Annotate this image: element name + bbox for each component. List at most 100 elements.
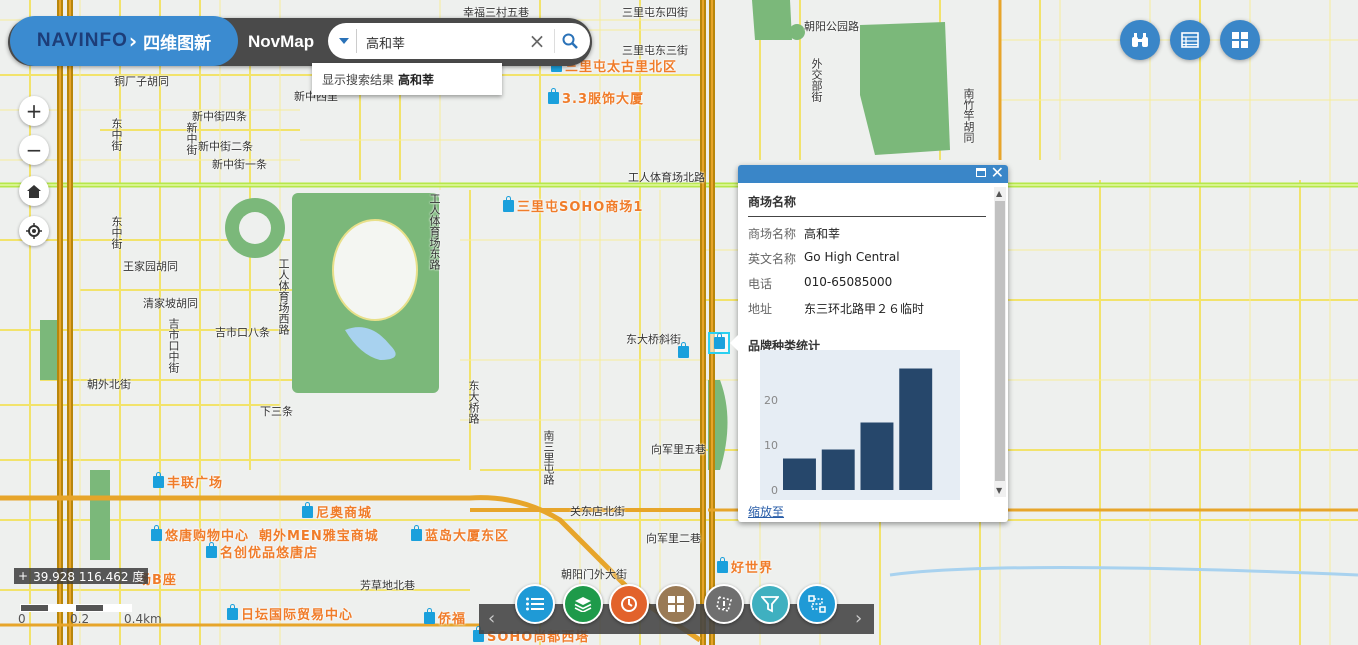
chart-bar <box>821 449 855 490</box>
filter-tool-button[interactable] <box>750 584 790 624</box>
scrollbar-thumb[interactable] <box>995 201 1005 481</box>
road-label: 关东店北街 <box>570 505 625 518</box>
app-header: NAVINFO › 四维图新 NovMap × <box>8 16 592 66</box>
chart-bar <box>899 368 933 490</box>
grid-button[interactable] <box>1220 20 1260 60</box>
road-label: 向军里五巷 <box>651 443 706 456</box>
road-label: 新中街 <box>185 122 198 155</box>
list-tool-button[interactable] <box>515 584 555 624</box>
grid-tool-button[interactable] <box>656 584 696 624</box>
scroll-down-icon[interactable]: ▼ <box>996 486 1002 495</box>
table-icon <box>1181 32 1199 48</box>
poi-marker[interactable]: 侨福 <box>424 607 466 627</box>
chevron-right-icon[interactable]: › <box>855 608 862 629</box>
attribute-row: 英文名称 Go High Central <box>748 250 900 266</box>
navinfo-logo[interactable]: NAVINFO › 四维图新 <box>10 16 238 66</box>
road-label: 东中街 <box>110 118 123 151</box>
binoculars-icon <box>1132 33 1148 47</box>
minus-icon: − <box>25 138 43 162</box>
road-label: 工人体育场东路 <box>428 193 441 270</box>
selected-poi-marker[interactable] <box>708 332 730 354</box>
close-icon[interactable]: ✕ <box>991 163 1004 182</box>
filter-icon <box>761 596 779 613</box>
locate-button[interactable] <box>19 216 49 246</box>
shopping-bag-icon <box>153 471 164 488</box>
scroll-up-icon[interactable]: ▲ <box>996 189 1002 198</box>
poi-marker[interactable]: 好世界 <box>717 556 773 576</box>
shopping-bag-icon[interactable] <box>678 342 689 358</box>
layers-tool-button[interactable] <box>563 584 603 624</box>
measure-icon <box>716 596 732 612</box>
binoculars-button[interactable] <box>1120 20 1160 60</box>
poi-marker[interactable]: 丰联广场 <box>153 471 223 491</box>
attribute-row: 商场名称 高和莘 <box>748 227 841 241</box>
road-label: 新中街四条 <box>192 110 247 123</box>
measure-tool-button[interactable] <box>704 584 744 624</box>
close-icon[interactable]: × <box>526 29 548 53</box>
maximize-icon[interactable] <box>976 168 986 177</box>
brand-bar-chart: 0 10 20 <box>760 350 960 500</box>
road-label: 向军里二巷 <box>646 532 701 545</box>
popup-section-title: 商场名称 <box>748 193 986 217</box>
attribute-row: 地址 东三环北路甲２６临时 <box>748 302 925 316</box>
search-button[interactable] <box>554 29 585 53</box>
attribute-row: 电话 010-65085000 <box>748 275 893 291</box>
app-title: NovMap <box>248 32 315 51</box>
road-label: 东大桥路 <box>467 380 480 424</box>
search-box: × <box>328 23 590 59</box>
popup-scrollbar[interactable]: ▲ ▼ <box>994 187 1006 497</box>
crosshair-icon: + <box>18 569 29 583</box>
zoom-in-button[interactable]: + <box>19 96 49 126</box>
search-icon <box>562 33 578 49</box>
poi-marker[interactable]: 三里屯SOHO商场1 <box>503 195 643 215</box>
scale-bar <box>20 604 132 612</box>
poi-marker[interactable]: 3.3服饰大厦 <box>548 87 644 107</box>
map-canvas[interactable] <box>0 0 1358 645</box>
chart-bar <box>860 422 894 490</box>
history-icon <box>621 596 637 612</box>
info-popup: ✕ 商场名称 商场名称 高和莘 英文名称 Go High Central 电话 010… <box>730 163 1008 522</box>
road-label: 三里屯东四街 <box>622 6 688 19</box>
table-button[interactable] <box>1170 20 1210 60</box>
route-tool-button[interactable] <box>797 584 837 624</box>
road-label: 下三条 <box>260 405 293 418</box>
road-label: 王家园胡同 <box>123 260 178 273</box>
y-tick-label: 10 <box>764 439 778 452</box>
history-tool-button[interactable] <box>609 584 649 624</box>
search-suggestion[interactable]: 显示搜索结果 高和莘 <box>312 63 502 95</box>
scale-label: 0 <box>18 612 26 626</box>
search-dropdown-button[interactable] <box>332 29 357 53</box>
shopping-bag-icon <box>713 333 725 349</box>
chevron-left-icon[interactable]: ‹ <box>488 608 495 629</box>
home-button[interactable] <box>19 176 49 206</box>
grid-icon <box>1232 32 1248 48</box>
zoom-to-link[interactable]: 缩放至 <box>748 503 784 520</box>
poi-marker[interactable]: 日坛国际贸易中心 <box>227 603 353 623</box>
road-label: 新中街一条 <box>212 158 267 171</box>
poi-marker[interactable]: 蓝岛大厦东区 <box>411 524 509 544</box>
list-icon <box>526 597 544 611</box>
y-tick-label: 0 <box>771 484 778 497</box>
road-label: 铜厂子胡同 <box>114 75 169 88</box>
road-label: 吉市口中街 <box>167 318 180 373</box>
shopping-bag-icon <box>227 603 238 620</box>
road-label: 朝阳公园路 <box>804 20 859 33</box>
shopping-bag-icon <box>548 87 559 104</box>
shopping-bag-icon <box>206 541 217 558</box>
search-input[interactable] <box>364 29 528 55</box>
road-label: 芳草地北巷 <box>360 579 415 592</box>
shopping-bag-icon <box>411 524 422 541</box>
poi-marker[interactable]: 名创优品悠唐店 <box>206 541 318 561</box>
road-label: 新中街二条 <box>198 140 253 153</box>
popup-body: 商场名称 商场名称 高和莘 英文名称 Go High Central 电话 010-6… <box>748 193 986 354</box>
zoom-out-button[interactable]: − <box>19 135 49 165</box>
home-icon <box>27 184 41 198</box>
shopping-bag-icon <box>424 607 435 624</box>
poi-marker[interactable]: 尼奥商城 <box>302 501 372 521</box>
road-label: 朝外北街 <box>87 378 131 391</box>
road-label: 工人体育场北路 <box>628 171 705 184</box>
road-label: 清家坡胡同 <box>143 297 198 310</box>
route-icon <box>808 595 826 613</box>
locate-icon <box>26 223 42 239</box>
calculator-icon <box>668 596 684 612</box>
